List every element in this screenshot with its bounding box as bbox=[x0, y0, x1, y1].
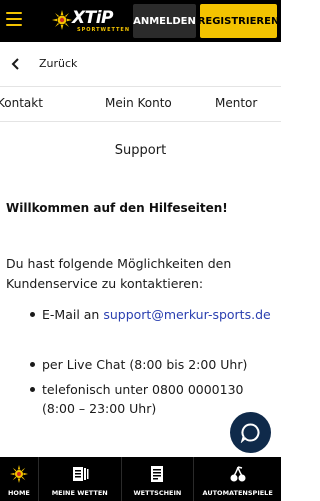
chevron-left-icon[interactable] bbox=[10, 57, 22, 71]
welcome-heading: Willkommen auf den Hilfeseiten! bbox=[6, 201, 228, 215]
logo-text: XTiP bbox=[72, 8, 114, 28]
login-button[interactable]: ANMELDEN bbox=[133, 4, 196, 38]
betslip-list-icon bbox=[72, 467, 89, 481]
email-prefix: E-Mail an bbox=[42, 307, 104, 322]
live-chat-option: per Live Chat (8:00 bis 2:00 Uhr) bbox=[42, 357, 248, 372]
nav-home[interactable]: HOME bbox=[0, 457, 38, 501]
xtip-logo[interactable]: XTiP SPORTWETTEN bbox=[52, 7, 131, 35]
list-item: E-Mail an support@merkur-sports.de bbox=[0, 305, 281, 355]
phone-option: telefonisch unter 0800 0000130 (8:00 – 2… bbox=[42, 382, 244, 416]
nav-label: MEINE WETTEN bbox=[51, 489, 108, 497]
back-row[interactable]: Zurück bbox=[0, 42, 281, 87]
nav-meine-wetten[interactable]: MEINE WETTEN bbox=[37, 457, 121, 501]
list-item: per Live Chat (8:00 bis 2:00 Uhr) bbox=[0, 355, 281, 380]
betslip-icon bbox=[151, 466, 164, 482]
bullet bbox=[30, 387, 35, 392]
nav-label: WETTSCHEIN bbox=[133, 489, 182, 497]
bullet bbox=[30, 362, 35, 367]
top-bar: XTiP SPORTWETTEN ANMELDEN REGISTRIEREN bbox=[0, 0, 281, 42]
nav-wettschein[interactable]: WETTSCHEIN bbox=[120, 457, 194, 501]
cherries-icon bbox=[230, 466, 246, 482]
email-option: E-Mail an support@merkur-sports.de bbox=[42, 305, 272, 324]
email-link[interactable]: support@merkur-sports.de bbox=[103, 307, 270, 322]
contact-options-list: E-Mail an support@merkur-sports.de per L… bbox=[0, 305, 281, 420]
nav-label: AUTOMATENSPIELE bbox=[202, 489, 273, 497]
bottom-navigation: HOME MEINE WETTEN WETTSCHEIN AUTOMATENSP… bbox=[0, 457, 281, 501]
hamburger-menu-icon[interactable] bbox=[6, 12, 22, 28]
tab-mentor[interactable]: Mentor bbox=[215, 96, 257, 110]
back-label[interactable]: Zurück bbox=[39, 57, 77, 70]
bullet bbox=[30, 312, 35, 317]
intro-text: Du hast folgende Möglichkeiten den Kunde… bbox=[6, 256, 232, 291]
register-button[interactable]: REGISTRIEREN bbox=[198, 4, 279, 38]
chat-bubble-icon bbox=[240, 423, 260, 443]
sun-logo-icon bbox=[9, 465, 28, 483]
tab-bar: Kontakt Mein Konto Mentor bbox=[0, 86, 281, 122]
tab-kontakt[interactable]: Kontakt bbox=[0, 96, 43, 110]
nav-label: HOME bbox=[7, 489, 30, 497]
tab-mein-konto[interactable]: Mein Konto bbox=[105, 96, 172, 110]
chat-button[interactable] bbox=[230, 412, 271, 453]
nav-automatenspiele[interactable]: AUTOMATENSPIELE bbox=[193, 457, 281, 501]
page-title: Support bbox=[114, 143, 167, 158]
logo-subtitle: SPORTWETTEN bbox=[77, 27, 131, 33]
sun-logo-icon bbox=[52, 10, 72, 30]
